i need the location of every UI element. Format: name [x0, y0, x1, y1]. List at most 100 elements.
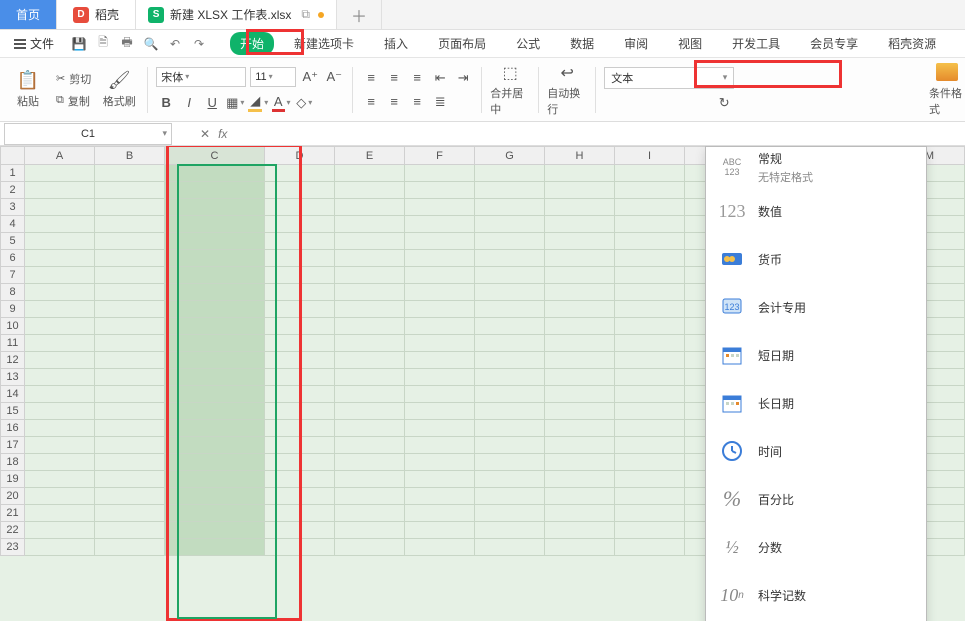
- cell[interactable]: [405, 301, 475, 318]
- cell[interactable]: [25, 267, 95, 284]
- cell[interactable]: [615, 539, 685, 556]
- row-header[interactable]: 20: [1, 488, 25, 505]
- cell[interactable]: [615, 505, 685, 522]
- cell[interactable]: [25, 522, 95, 539]
- cell[interactable]: [25, 216, 95, 233]
- cell[interactable]: [475, 369, 545, 386]
- align-left-icon[interactable]: ≡: [361, 92, 381, 112]
- cell[interactable]: [475, 335, 545, 352]
- cut-button[interactable]: ✂剪切: [52, 69, 95, 89]
- cell[interactable]: [335, 539, 405, 556]
- cell[interactable]: [265, 165, 335, 182]
- cell[interactable]: [545, 488, 615, 505]
- cell[interactable]: [615, 318, 685, 335]
- cell[interactable]: [405, 199, 475, 216]
- cell[interactable]: [95, 420, 165, 437]
- cell[interactable]: [165, 420, 265, 437]
- cell[interactable]: [545, 216, 615, 233]
- cell[interactable]: [615, 284, 685, 301]
- cell[interactable]: [95, 182, 165, 199]
- row-header[interactable]: 19: [1, 471, 25, 488]
- copy-button[interactable]: ⧉复制: [52, 91, 95, 111]
- cell[interactable]: [335, 369, 405, 386]
- cell[interactable]: [25, 454, 95, 471]
- row-header[interactable]: 13: [1, 369, 25, 386]
- cell[interactable]: [475, 505, 545, 522]
- cell[interactable]: [335, 284, 405, 301]
- cell[interactable]: [165, 386, 265, 403]
- cell[interactable]: [335, 352, 405, 369]
- cell[interactable]: [615, 437, 685, 454]
- cell[interactable]: [545, 301, 615, 318]
- cell[interactable]: [265, 352, 335, 369]
- tab-new[interactable]: ＋: [337, 0, 382, 29]
- cell[interactable]: [25, 233, 95, 250]
- ribbon-tab-data[interactable]: 数据: [560, 32, 604, 55]
- undo-icon[interactable]: ↶: [166, 35, 184, 53]
- cell[interactable]: [25, 437, 95, 454]
- cell[interactable]: [95, 233, 165, 250]
- column-header[interactable]: D: [265, 147, 335, 165]
- fill-color-button[interactable]: ◢: [248, 93, 268, 113]
- column-header[interactable]: B: [95, 147, 165, 165]
- merge-center-button[interactable]: ⬚ 合并居中: [490, 65, 530, 115]
- cell[interactable]: [265, 301, 335, 318]
- cell[interactable]: [405, 335, 475, 352]
- cell[interactable]: [615, 471, 685, 488]
- format-option-percent[interactable]: %百分比: [706, 475, 926, 523]
- cell[interactable]: [615, 454, 685, 471]
- cell[interactable]: [545, 267, 615, 284]
- align-middle-icon[interactable]: ≡: [384, 68, 404, 88]
- cell[interactable]: [475, 471, 545, 488]
- cell[interactable]: [95, 301, 165, 318]
- cell[interactable]: [265, 420, 335, 437]
- cell[interactable]: [25, 369, 95, 386]
- format-option-longdate[interactable]: 长日期: [706, 379, 926, 427]
- cell[interactable]: [405, 505, 475, 522]
- cell[interactable]: [95, 369, 165, 386]
- cell[interactable]: [25, 318, 95, 335]
- cell[interactable]: [405, 369, 475, 386]
- wrap-text-button[interactable]: ↩ 自动换行: [547, 65, 587, 115]
- cell[interactable]: [165, 284, 265, 301]
- cell[interactable]: [615, 386, 685, 403]
- paste-button[interactable]: 📋 粘贴: [8, 65, 48, 115]
- fx-icon[interactable]: fx: [218, 127, 227, 141]
- cell[interactable]: [95, 284, 165, 301]
- cell[interactable]: [545, 420, 615, 437]
- cell[interactable]: [545, 522, 615, 539]
- ribbon-tab-review[interactable]: 审阅: [614, 32, 658, 55]
- cell[interactable]: [165, 199, 265, 216]
- tab-home[interactable]: 首页: [0, 0, 57, 29]
- cell[interactable]: [335, 199, 405, 216]
- cell[interactable]: [165, 233, 265, 250]
- bold-button[interactable]: B: [156, 93, 176, 113]
- cell[interactable]: [95, 488, 165, 505]
- cell[interactable]: [545, 165, 615, 182]
- format-option-number[interactable]: 123数值: [706, 187, 926, 235]
- cell[interactable]: [475, 199, 545, 216]
- select-all-corner[interactable]: [1, 147, 25, 165]
- font-size-select[interactable]: 11: [250, 67, 296, 87]
- row-header[interactable]: 10: [1, 318, 25, 335]
- cell[interactable]: [405, 420, 475, 437]
- cell[interactable]: [95, 539, 165, 556]
- file-menu[interactable]: 文件: [6, 33, 62, 54]
- ribbon-tab-layout[interactable]: 页面布局: [428, 32, 496, 55]
- cell[interactable]: [165, 522, 265, 539]
- row-header[interactable]: 23: [1, 539, 25, 556]
- ribbon-tab-dev[interactable]: 开发工具: [722, 32, 790, 55]
- cell[interactable]: [475, 284, 545, 301]
- cell[interactable]: [95, 165, 165, 182]
- cell[interactable]: [405, 216, 475, 233]
- cell[interactable]: [165, 301, 265, 318]
- cell[interactable]: [475, 539, 545, 556]
- cell[interactable]: [165, 437, 265, 454]
- tab-popout-icon[interactable]: ⧉: [301, 7, 310, 22]
- column-header[interactable]: I: [615, 147, 685, 165]
- cell[interactable]: [615, 352, 685, 369]
- shrink-font-icon[interactable]: A⁻: [324, 67, 344, 87]
- cell[interactable]: [545, 454, 615, 471]
- cell[interactable]: [475, 267, 545, 284]
- cell[interactable]: [405, 267, 475, 284]
